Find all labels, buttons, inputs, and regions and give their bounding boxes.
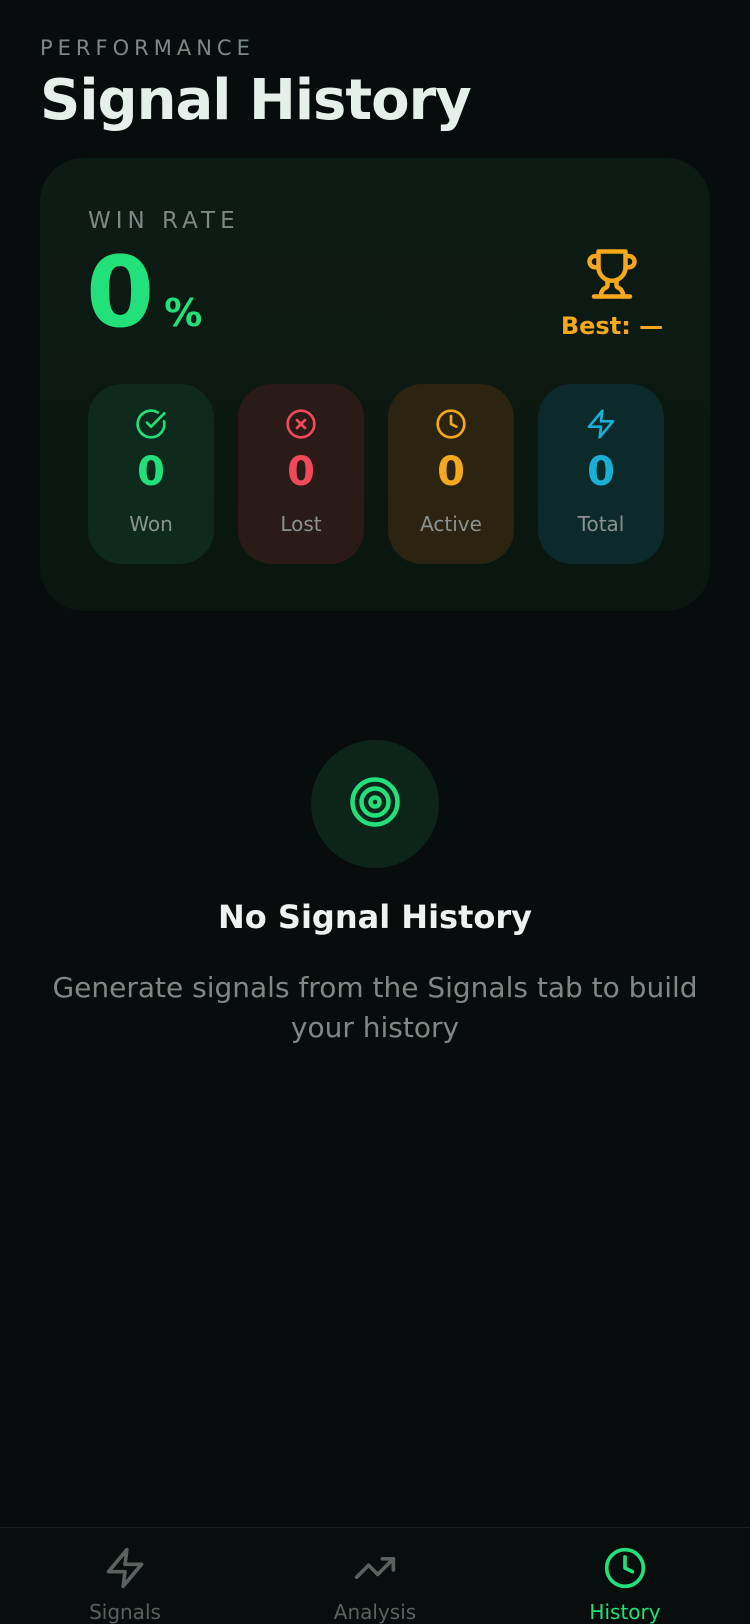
tab-analysis[interactable]: Analysis (300, 1546, 450, 1624)
best-value: Best: — (560, 312, 664, 340)
stat-active: 0 Active (388, 384, 514, 564)
stat-active-value: 0 (437, 449, 465, 495)
stat-won-value: 0 (137, 449, 165, 495)
win-rate-unit: % (164, 291, 203, 335)
empty-state-description: Generate signals from the Signals tab to… (52, 971, 698, 1044)
stat-lost-value: 0 (287, 449, 315, 495)
page-title: Signal History (40, 68, 472, 133)
empty-state-title: No Signal History (217, 898, 533, 936)
win-rate-number: 0 (86, 236, 155, 350)
header: PERFORMANCE Signal History (40, 36, 472, 133)
x-circle-icon (285, 408, 317, 442)
target-icon (348, 775, 402, 833)
best-streak: Best: — (560, 246, 664, 340)
lightning-icon (103, 1546, 147, 1594)
empty-state: No Signal History Generate signals from … (0, 740, 750, 1048)
win-rate-value: 0 % (86, 244, 202, 342)
win-rate-card: WIN RATE 0 % Best: — 0 Won 0 Lost 0 Acti… (40, 158, 710, 611)
check-circle-icon (135, 408, 167, 442)
win-rate-label: WIN RATE (88, 208, 240, 234)
stats-row: 0 Won 0 Lost 0 Active 0 Total (88, 384, 664, 564)
lightning-icon (585, 408, 617, 442)
trophy-icon (585, 246, 639, 306)
tab-signals[interactable]: Signals (50, 1546, 200, 1624)
stat-lost-label: Lost (280, 512, 322, 536)
stat-active-label: Active (420, 512, 482, 536)
tab-history[interactable]: History (550, 1546, 700, 1624)
clock-icon (435, 408, 467, 442)
bottom-tab-bar: Signals Analysis History (0, 1527, 750, 1624)
stat-total-label: Total (577, 512, 625, 536)
tab-analysis-label: Analysis (333, 1600, 417, 1624)
tab-history-label: History (589, 1600, 661, 1624)
clock-icon (603, 1546, 647, 1594)
stat-won: 0 Won (88, 384, 214, 564)
stat-won-label: Won (129, 512, 173, 536)
trending-up-icon (353, 1546, 397, 1594)
section-overline: PERFORMANCE (40, 36, 255, 60)
empty-state-badge (311, 740, 439, 868)
stat-total-value: 0 (587, 449, 615, 495)
stat-lost: 0 Lost (238, 384, 364, 564)
tab-signals-label: Signals (89, 1600, 161, 1624)
stat-total: 0 Total (538, 384, 664, 564)
